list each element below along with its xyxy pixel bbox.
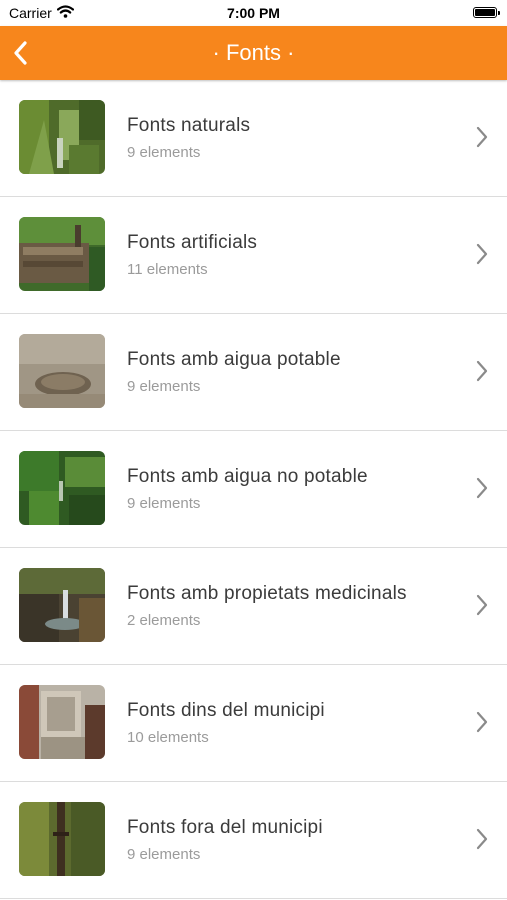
list-item[interactable]: Fonts amb aigua potable 9 elements [0, 314, 507, 431]
status-time: 7:00 PM [227, 5, 280, 21]
thumbnail-image [19, 568, 105, 642]
thumbnail-image [19, 217, 105, 291]
item-count: 9 elements [127, 378, 201, 395]
item-title: Fonts dins del municipi [127, 700, 325, 721]
chevron-right-icon [476, 477, 488, 499]
item-count: 11 elements [127, 261, 208, 278]
chevron-right-icon [476, 243, 488, 265]
item-title: Fonts amb propietats medicinals [127, 583, 407, 604]
list-item[interactable]: Fonts amb aigua no potable 9 elements [0, 431, 507, 548]
list-item[interactable]: Fonts dins del municipi 10 elements [0, 665, 507, 782]
thumbnail-image [19, 802, 105, 876]
list-item[interactable]: Fonts naturals 9 elements [0, 80, 507, 197]
item-title: Fonts artificials [127, 232, 258, 253]
thumbnail-image [19, 685, 105, 759]
item-title: Fonts fora del municipi [127, 817, 323, 838]
chevron-right-icon [476, 126, 488, 148]
category-list: Fonts naturals 9 elements Fonts artifici… [0, 80, 507, 899]
item-title: Fonts amb aigua potable [127, 349, 341, 370]
list-item[interactable]: Fonts amb propietats medicinals 2 elemen… [0, 548, 507, 665]
item-count: 2 elements [127, 612, 201, 629]
thumbnail-image [19, 334, 105, 408]
list-item[interactable]: Fonts artificials 11 elements [0, 197, 507, 314]
item-title: Fonts amb aigua no potable [127, 466, 368, 487]
chevron-right-icon [476, 711, 488, 733]
thumbnail-image [19, 100, 105, 174]
nav-bar: · Fonts · [0, 26, 507, 80]
item-count: 9 elements [127, 144, 201, 161]
status-bar: Carrier 7:00 PM [0, 0, 507, 26]
battery-icon [473, 7, 500, 18]
item-title: Fonts naturals [127, 115, 251, 136]
item-count: 9 elements [127, 495, 201, 512]
list-item[interactable]: Fonts fora del municipi 9 elements [0, 782, 507, 899]
thumbnail-image [19, 451, 105, 525]
item-count: 10 elements [127, 729, 209, 746]
item-count: 9 elements [127, 846, 201, 863]
chevron-right-icon [476, 594, 488, 616]
chevron-right-icon [476, 360, 488, 382]
page-title: · Fonts · [212, 40, 295, 65]
chevron-right-icon [476, 828, 488, 850]
